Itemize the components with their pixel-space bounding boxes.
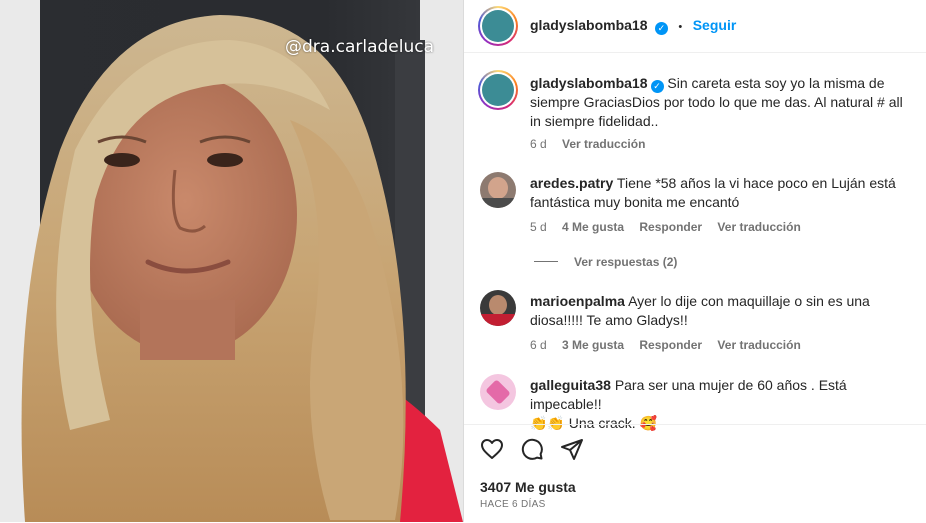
view-replies-button[interactable]: Ver respuestas (2) <box>574 255 689 269</box>
caption-avatar[interactable] <box>478 70 518 110</box>
commenter-avatar[interactable] <box>480 374 516 410</box>
reply-button[interactable]: Responder <box>639 338 702 352</box>
post-date[interactable]: HACE 6 DÍAS <box>480 499 546 510</box>
translate-link[interactable]: Ver traducción <box>717 220 800 234</box>
commenter-avatar[interactable] <box>480 172 516 208</box>
comment-meta: 6 d 3 Me gusta Responder Ver traducción <box>530 338 813 352</box>
share-icon[interactable] <box>560 437 584 461</box>
translate-link[interactable]: Ver traducción <box>717 338 800 352</box>
header-identity: gladyslabomba18 ✓ • Seguir <box>530 17 736 35</box>
view-replies-label: Ver respuestas (2) <box>574 255 678 269</box>
heart-icon[interactable] <box>480 437 504 461</box>
comment-text-block: aredes.patry Tiene *58 años la vi hace p… <box>530 174 915 212</box>
header-separator: • <box>678 21 683 33</box>
comment-username[interactable]: marioenpalma <box>530 293 625 309</box>
post-panel: gladyslabomba18 ✓ • Seguir gladyslabomba… <box>463 0 926 522</box>
comment-meta: 5 d 4 Me gusta Responder Ver traducción <box>530 220 813 234</box>
replies-divider <box>534 261 558 262</box>
caption-age[interactable]: 6 d <box>530 137 547 151</box>
follow-button[interactable]: Seguir <box>693 17 737 33</box>
comment-username[interactable]: galleguita38 <box>530 377 611 393</box>
caption-translate-link[interactable]: Ver traducción <box>562 137 645 151</box>
likes-count[interactable]: 3407 Me gusta <box>480 479 576 495</box>
reply-button[interactable]: Responder <box>639 220 702 234</box>
comment-age[interactable]: 5 d <box>530 220 547 234</box>
comment-icon[interactable] <box>520 437 544 461</box>
photo-tag-text[interactable]: @dra.carladeluca <box>285 37 434 57</box>
author-avatar[interactable] <box>478 6 518 46</box>
post-media[interactable]: @dra.carladeluca <box>0 0 463 522</box>
caption-text-block: gladyslabomba18 ✓ Sin careta esta soy yo … <box>530 74 915 131</box>
verified-icon: ✓ <box>654 22 668 35</box>
header-username[interactable]: gladyslabomba18 <box>530 17 648 33</box>
comment-text-block: marioenpalma Ayer lo dije con maquillaje… <box>530 292 915 330</box>
comment-likes[interactable]: 3 Me gusta <box>562 338 624 352</box>
comment-username[interactable]: aredes.patry <box>530 175 613 191</box>
commenter-avatar[interactable] <box>480 290 516 326</box>
comment-age[interactable]: 6 d <box>530 338 547 352</box>
post-actions: 3407 Me gusta HACE 6 DÍAS <box>464 424 926 523</box>
post-photo <box>0 0 463 522</box>
caption-username[interactable]: gladyslabomba18 <box>530 75 648 91</box>
comment-likes[interactable]: 4 Me gusta <box>562 220 624 234</box>
caption-meta: 6 d Ver traducción <box>530 137 657 151</box>
post-header: gladyslabomba18 ✓ • Seguir <box>464 0 926 53</box>
verified-icon: ✓ <box>650 80 664 93</box>
